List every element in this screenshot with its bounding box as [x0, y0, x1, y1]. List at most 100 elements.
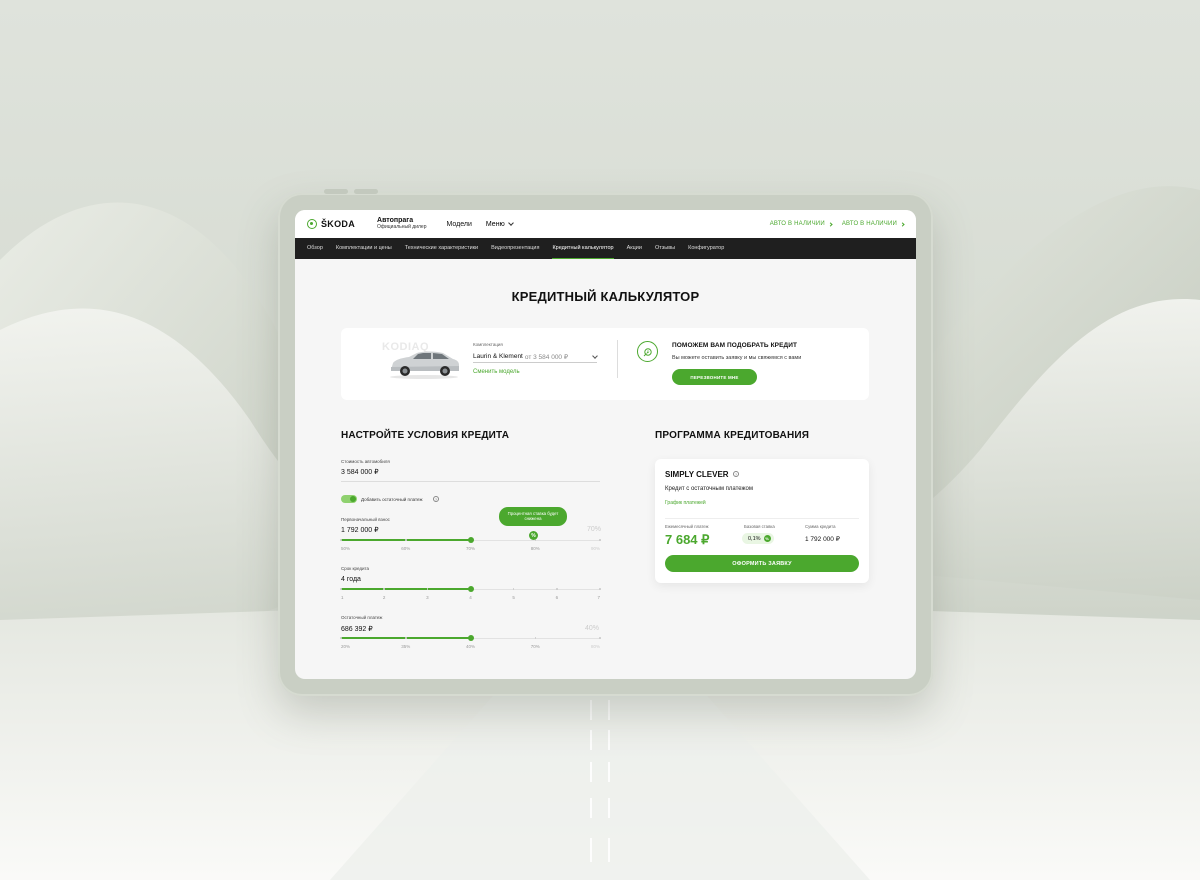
- slider-tick-label: 20%: [341, 644, 351, 649]
- residual-slider[interactable]: [340, 635, 601, 641]
- tablet-volume-button: [324, 189, 348, 194]
- road-dash: [590, 838, 610, 862]
- slider-tick-label: 2: [382, 595, 386, 600]
- term-tick-labels: 1 2 3 4 5 6 7: [341, 595, 600, 603]
- slider-tick: [383, 588, 385, 590]
- svg-text:₽: ₽: [646, 349, 649, 354]
- brand-logo[interactable]: ŠKODA: [307, 219, 355, 229]
- credit-sum-label: Сумма кредита: [805, 524, 836, 529]
- road-dash: [590, 798, 610, 818]
- program-divider: [665, 518, 859, 519]
- car-price-underline: [341, 481, 600, 482]
- slider-tick: [534, 637, 536, 639]
- help-text: Вы можете оставить заявку и мы свяжемся …: [672, 355, 802, 361]
- subnav-video[interactable]: Видеопрезентация: [491, 238, 539, 259]
- card-divider: [617, 340, 618, 378]
- slider-tick: [340, 539, 342, 541]
- available-cars-link[interactable]: АВТО В НАЛИЧИИ: [769, 221, 833, 227]
- subnav-configurator[interactable]: Конфигуратор: [688, 238, 724, 259]
- subnav-credit-calculator[interactable]: Кредитный калькулятор: [552, 238, 614, 259]
- help-question-icon[interactable]: ?: [433, 496, 439, 502]
- term-label: Срок кредита: [341, 566, 370, 571]
- complectation-select[interactable]: Laurin & Klement от 3 584 000 ₽: [473, 351, 598, 363]
- slider-tick: [556, 588, 558, 590]
- slider-tick: [340, 588, 342, 590]
- slider-tick-label: 80%: [590, 644, 600, 649]
- slider-tick-label: 4: [469, 595, 472, 600]
- slider-tick-label: 3: [426, 595, 429, 600]
- nav-menu[interactable]: Меню: [486, 220, 514, 228]
- slider-tick-label: 70%: [530, 644, 540, 649]
- page-title: КРЕДИТНЫЙ КАЛЬКУЛЯТОР: [511, 289, 700, 304]
- rate-reduction-tooltip: Процентная ставка будет снижена: [499, 507, 567, 526]
- slider-tick-label: 7: [597, 595, 600, 600]
- slider-tick: [599, 637, 601, 639]
- slider-tick: [340, 637, 342, 639]
- subnav-trims-prices[interactable]: Комплектации и цены: [336, 238, 392, 259]
- slider-tick: [426, 588, 429, 590]
- down-payment-max-hint: 70%: [587, 526, 602, 533]
- slider-tick-label: 70%: [465, 546, 476, 551]
- program-description: Кредит с остаточным платежом: [665, 486, 754, 492]
- dealer-info: Автопрага Официальный дилер: [377, 217, 426, 230]
- tablet-volume-button: [354, 189, 378, 194]
- residual-tick-labels: 20% 35% 40% 70% 80%: [341, 644, 600, 652]
- subnav-specs[interactable]: Технические характеристики: [405, 238, 478, 259]
- base-rate-chip: 0,1% %: [742, 533, 774, 544]
- down-payment-slider[interactable]: [340, 537, 601, 543]
- residual-payment-toggle[interactable]: [341, 495, 357, 503]
- apply-button[interactable]: ОФОРМИТЬ ЗАЯВКУ: [665, 555, 859, 572]
- slider-tick-label: 40%: [465, 644, 476, 649]
- callback-button[interactable]: ПЕРЕЗВОНИТЕ МНЕ: [672, 369, 757, 385]
- slider-fill: [341, 588, 471, 590]
- car-selection-card: KODIAQ Комплектация Laurin & Klement от …: [341, 328, 869, 400]
- residual-label: Остаточный платеж: [341, 615, 383, 620]
- subnav-offers[interactable]: Акции: [627, 238, 642, 259]
- road-dash: [590, 762, 610, 782]
- model-subnav: Обзор Комплектации и цены Технические ха…: [295, 238, 916, 259]
- monthly-payment-label: Ежемесячный платеж: [665, 524, 709, 529]
- change-model-link[interactable]: Сменить модель: [473, 369, 520, 375]
- available-cars-label: АВТО В НАЛИЧИИ: [769, 221, 825, 227]
- nav-models[interactable]: Модели: [447, 221, 472, 228]
- complectation-value: Laurin & Klement: [473, 353, 523, 360]
- car-price-value: 3 584 000 ₽: [341, 469, 379, 476]
- available-cars-link[interactable]: АВТО В НАЛИЧИИ: [841, 221, 905, 227]
- help-question-icon[interactable]: ?: [733, 471, 739, 477]
- subnav-overview[interactable]: Обзор: [307, 238, 323, 259]
- subnav-reviews[interactable]: Отзывы: [655, 238, 675, 259]
- slider-tick: [405, 539, 407, 541]
- chevron-down-icon: [507, 220, 514, 226]
- percent-icon: %: [763, 535, 771, 542]
- slider-thumb[interactable]: [467, 537, 474, 543]
- residual-value: 686 392 ₽: [341, 626, 373, 633]
- slider-tick-label: 90%: [590, 546, 600, 551]
- credit-sum-value: 1 792 000 ₽: [805, 536, 840, 543]
- residual-toggle-label: Добавить остаточный платеж: [361, 497, 423, 502]
- slider-tick-label: 1: [341, 595, 344, 600]
- program-title: ПРОГРАММА КРЕДИТОВАНИЯ: [655, 430, 810, 441]
- complectation-label: Комплектация: [473, 342, 503, 347]
- residual-max-hint: 40%: [585, 625, 600, 632]
- slider-thumb[interactable]: [467, 586, 474, 592]
- monthly-payment-value: 7 684 ₽: [665, 532, 710, 547]
- term-slider[interactable]: [340, 586, 601, 592]
- rate-discount-marker[interactable]: %: [529, 531, 538, 540]
- term-value: 4 года: [341, 576, 361, 583]
- down-payment-label: Первоначальный взнос: [341, 517, 390, 522]
- payment-schedule-link[interactable]: График платежей: [665, 500, 706, 506]
- slider-tick-label: 6: [555, 595, 559, 600]
- brand-name: ŠKODA: [321, 219, 356, 229]
- slider-thumb[interactable]: [467, 635, 474, 641]
- slider-tick: [405, 637, 407, 639]
- base-rate-label: Базовая ставка: [744, 524, 775, 529]
- available-cars-label: АВТО В НАЛИЧИИ: [841, 221, 897, 227]
- base-rate-value: 0,1%: [748, 535, 761, 542]
- complectation-price: от 3 584 000 ₽: [524, 353, 568, 361]
- slider-tick-label: 80%: [530, 546, 540, 551]
- road-dash: [590, 700, 610, 720]
- road-dash: [590, 730, 610, 750]
- dealer-subtitle: Официальный дилер: [377, 224, 427, 231]
- availability-links: АВТО В НАЛИЧИИ АВТО В НАЛИЧИИ: [769, 221, 905, 227]
- slider-tick-label: 5: [512, 595, 515, 600]
